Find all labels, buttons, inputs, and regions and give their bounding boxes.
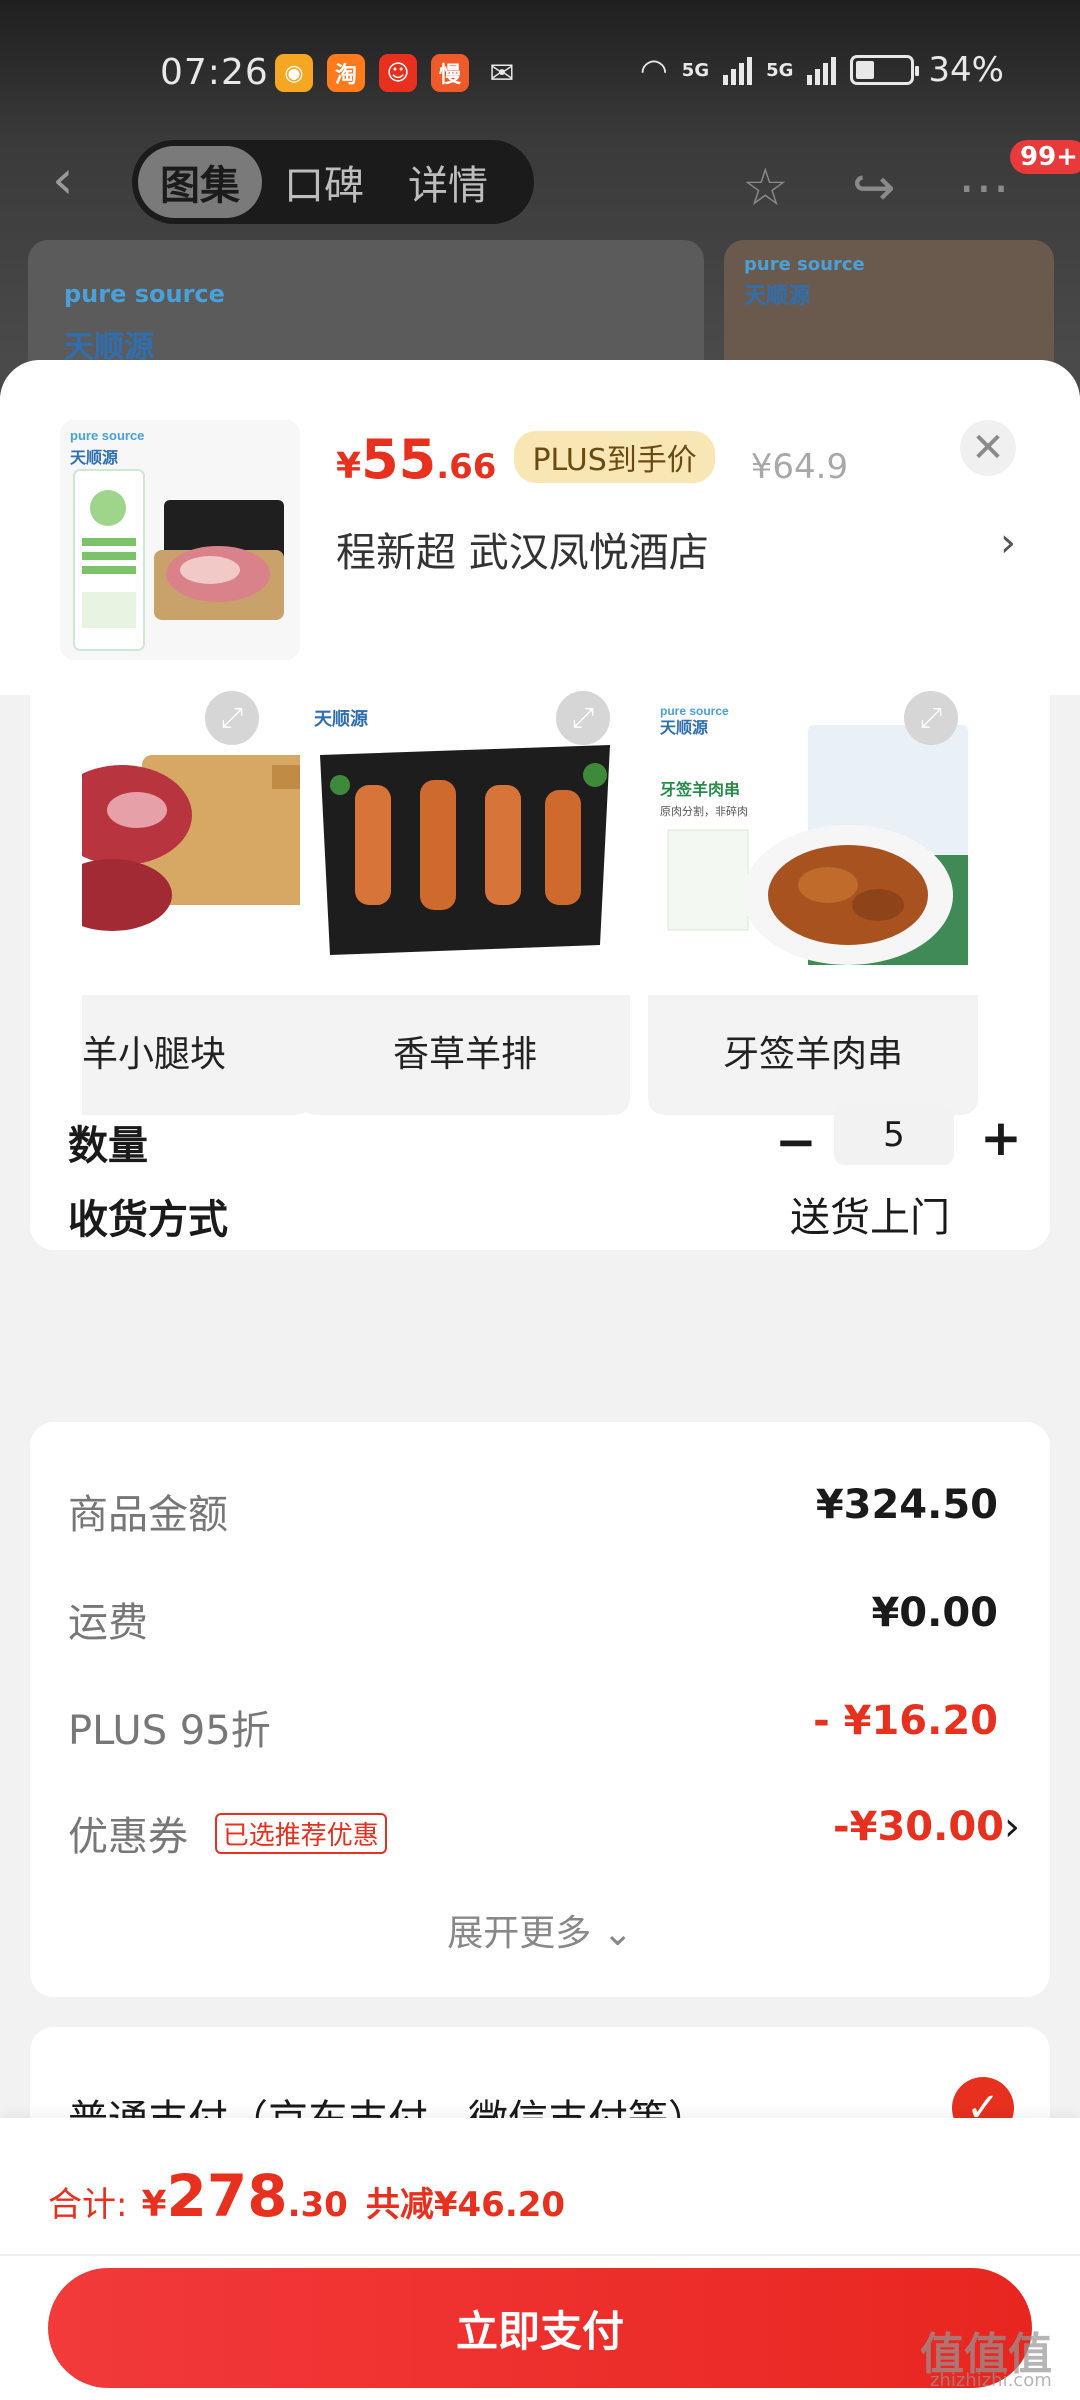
coupon-tag: 已选推荐优惠: [214, 1813, 387, 1854]
network-label-1: 5G: [681, 59, 710, 81]
delivery-label: 收货方式: [68, 1197, 228, 1243]
total-currency: ¥: [141, 2184, 167, 2225]
original-price: ¥64.9: [750, 447, 849, 487]
thumb-brand-cn: 天顺源: [70, 448, 119, 467]
zoom-icon[interactable]: ⤢: [904, 691, 958, 745]
thumb-brand-en: pure source: [70, 428, 145, 443]
detail-key: 运费: [68, 1600, 148, 1646]
detail-key: 优惠券: [68, 1814, 188, 1860]
price-row: ¥ 55 .66 PLUS到手价 ¥64.9: [336, 428, 848, 491]
bg-brand-en: pure source: [64, 280, 225, 308]
detail-value: ¥324.50: [815, 1482, 998, 1528]
detail-value: ¥0.00: [871, 1590, 998, 1636]
quantity-input[interactable]: 5: [834, 1105, 954, 1165]
delivery-method[interactable]: 送货上门: [790, 1185, 950, 1243]
spec-label: 牙签羊肉串: [722, 1034, 903, 1075]
battery-icon: [850, 55, 920, 85]
product-thumbnail[interactable]: pure source 天顺源: [60, 420, 300, 660]
detail-row: PLUS 95折 - ¥16.20: [68, 1698, 998, 1756]
total-decimal: .30: [287, 2185, 348, 2225]
spec-card: 羊小腿块 ⤢ 天顺源 香草羊排 ⤢ pure source 天顺源 牙签羊肉串 …: [30, 691, 1050, 1250]
total-saved: 共减¥46.20: [365, 2185, 566, 2225]
signal-icon: [807, 55, 837, 85]
chevron-right-icon[interactable]: ›: [1004, 1804, 1020, 1850]
spec-option[interactable]: 羊小腿块: [82, 695, 312, 1115]
jd-icon: ☺: [379, 54, 417, 92]
detail-key: 商品金额: [68, 1492, 228, 1538]
spec-label: 羊小腿块: [82, 1034, 227, 1075]
quantity-decrement-button[interactable]: −: [775, 1113, 817, 1171]
spec-label: 香草羊排: [392, 1034, 537, 1075]
store-selector[interactable]: 程新超 武汉凤悦酒店 ›: [336, 520, 1016, 578]
kebab-title: 牙签羊肉串: [660, 780, 740, 799]
bg-brand-en: pure source: [744, 254, 865, 275]
detail-value: -¥30.00: [833, 1804, 1004, 1850]
network-label-2: 5G: [766, 59, 794, 81]
spec-image-leg: [82, 695, 312, 995]
divider: [0, 2254, 1080, 2256]
total-row: 合计: ¥ 278 .30 共减¥46.20: [48, 2162, 565, 2230]
sheet-header: pure source 天顺源 ¥ 55 .66 PLUS到手价 ¥64.9 ✕…: [0, 360, 1080, 695]
tab-reviews[interactable]: 口碑: [262, 146, 386, 218]
checkout-bar: 合计: ¥ 278 .30 共减¥46.20 立即支付: [0, 2118, 1080, 2400]
pay-now-button[interactable]: 立即支付: [48, 2268, 1032, 2388]
store-name: 程新超 武汉凤悦酒店: [336, 530, 709, 576]
coupon-row[interactable]: 优惠券 已选推荐优惠 -¥30.00: [68, 1804, 1004, 1862]
svg-text:天顺源: 天顺源: [314, 708, 368, 729]
signal-icon: [723, 55, 753, 85]
price-decimal: .66: [436, 447, 497, 487]
detail-key: PLUS 95折: [68, 1708, 271, 1754]
watermark-url: zhizhizhi.com: [930, 2370, 1052, 2391]
zoom-icon[interactable]: ⤢: [205, 691, 259, 745]
svg-text:pure source: pure source: [660, 704, 729, 718]
status-bar: 07:26 ◉ 淘 ☺ 慢 ✉ ◠ 5G 5G 34%: [0, 40, 1080, 110]
purchase-sheet: pure source 天顺源 ¥ 55 .66 PLUS到手价 ¥64.9 ✕…: [0, 360, 1080, 2400]
spec-option[interactable]: 天顺源 香草羊排: [300, 695, 630, 1115]
wechat-icon: ✉: [489, 55, 515, 91]
background-page: 07:26 ◉ 淘 ☺ 慢 ✉ ◠ 5G 5G 34% ‹ 图集 口碑 详情 ☆…: [0, 0, 1080, 420]
zoom-icon[interactable]: ⤢: [556, 691, 610, 745]
tab-switcher: 图集 口碑 详情: [132, 140, 534, 224]
chevron-right-icon: ›: [1000, 520, 1016, 566]
battery-level: 34%: [928, 50, 1004, 90]
taobao-icon: 淘: [327, 54, 365, 92]
total-label: 合计:: [48, 2185, 128, 2225]
detail-row: 运费 ¥0.00: [68, 1590, 998, 1648]
plus-price-tag: PLUS到手价: [514, 431, 715, 483]
share-icon[interactable]: ↪: [852, 158, 896, 218]
kebab-subtitle: 原肉分割，非碎肉: [660, 804, 748, 818]
weibo-icon: ◉: [275, 54, 313, 92]
detail-value: - ¥16.20: [813, 1698, 998, 1744]
quantity-increment-button[interactable]: +: [980, 1109, 1022, 1167]
star-icon[interactable]: ☆: [742, 158, 789, 218]
total-integer: 278: [166, 2162, 288, 2230]
app-icon: 慢: [431, 54, 469, 92]
svg-text:天顺源: 天顺源: [660, 718, 708, 737]
price-currency: ¥: [336, 446, 362, 487]
price-integer: 55: [361, 428, 437, 491]
detail-row: 商品金额 ¥324.50: [68, 1482, 998, 1540]
back-icon[interactable]: ‹: [52, 153, 98, 207]
bg-brand-cn: 天顺源: [744, 284, 811, 309]
price-detail-card: 商品金额 ¥324.50 运费 ¥0.00 PLUS 95折 - ¥16.20 …: [30, 1422, 1050, 1997]
close-icon[interactable]: ✕: [960, 420, 1016, 476]
more-icon[interactable]: ⋯: [958, 158, 1010, 218]
quantity-label: 数量: [68, 1123, 148, 1169]
status-right: ◠ 5G 5G 34%: [640, 50, 1004, 90]
tab-gallery[interactable]: 图集: [138, 146, 262, 218]
wifi-icon: ◠: [639, 51, 668, 89]
status-time: 07:26: [160, 52, 269, 93]
top-nav: ‹ 图集 口碑 详情 ☆ ↪ ⋯ 99+: [0, 140, 1080, 224]
notification-icons: ◉ 淘 ☺ 慢 ✉: [275, 54, 521, 92]
spec-option[interactable]: pure source 天顺源 牙签羊肉串 原肉分割，非碎肉 牙签羊肉串: [648, 695, 978, 1115]
tab-details[interactable]: 详情: [386, 146, 510, 218]
message-badge: 99+: [1010, 140, 1080, 174]
expand-more-button[interactable]: 展开更多 ⌄: [30, 1904, 1050, 1956]
